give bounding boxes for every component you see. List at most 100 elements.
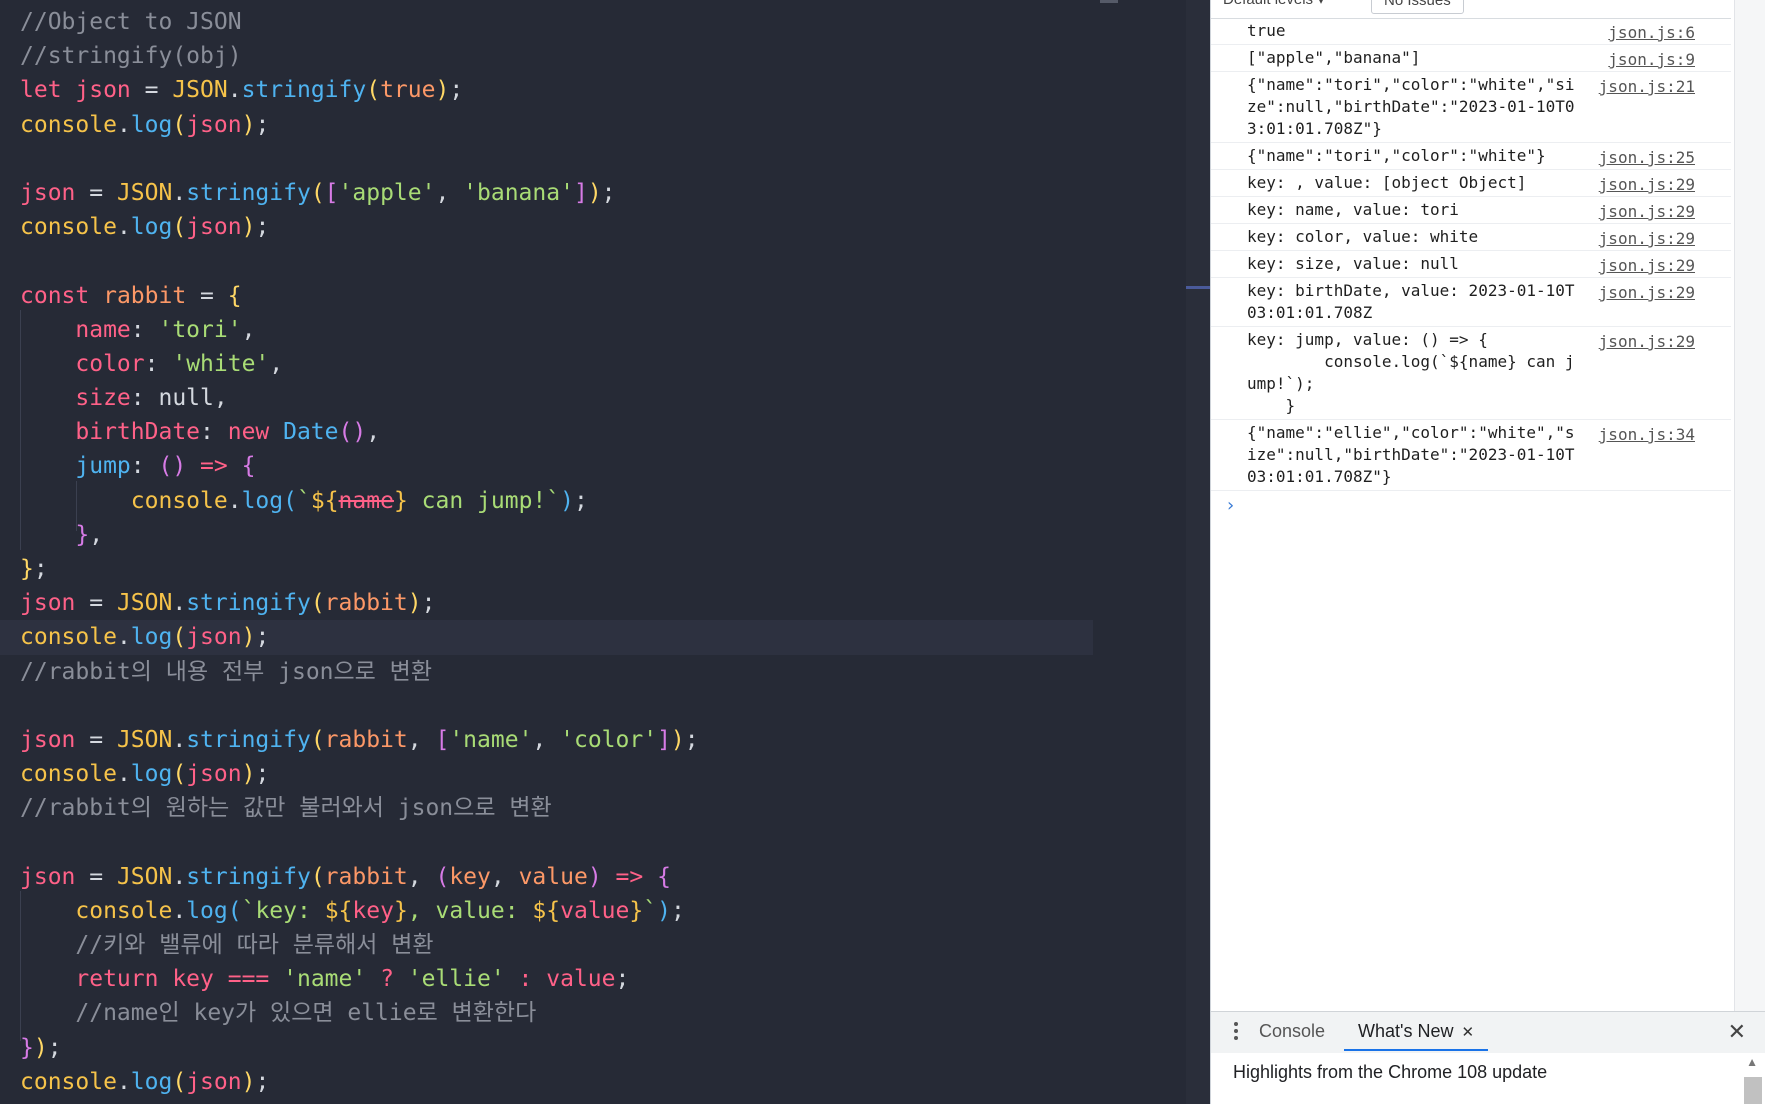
code-line[interactable]: };	[20, 552, 1093, 586]
code-line[interactable]: const rabbit = {	[20, 279, 1093, 313]
code-line[interactable]: //rabbit의 원하는 값만 불러와서 json으로 변환	[20, 791, 1093, 825]
code-line[interactable]: jump: () => {	[20, 449, 1093, 483]
log-levels-dropdown[interactable]: Default levels ▾	[1211, 0, 1337, 12]
code-line[interactable]: json = JSON.stringify(['apple', 'banana'…	[20, 176, 1093, 210]
source-link[interactable]: json.js:29	[1599, 282, 1695, 304]
source-link[interactable]: json.js:29	[1599, 331, 1695, 353]
code-token: ;	[449, 77, 464, 104]
editor-scrollbar[interactable]	[1186, 0, 1210, 1104]
code-line[interactable]: console.log(`key: ${key}, value: ${value…	[20, 894, 1093, 928]
code-token: ;	[255, 214, 270, 241]
scroll-up-arrow-icon[interactable]: ▲	[1746, 1055, 1758, 1069]
code-token: console	[130, 487, 228, 514]
code-token: }	[20, 1034, 34, 1061]
devtools-panel: Default levels ▾ No Issues true json.js:6…	[1210, 0, 1765, 1104]
source-link[interactable]: json.js:29	[1599, 255, 1695, 277]
code-token: ;	[255, 761, 270, 788]
code-token: JSON	[172, 77, 228, 104]
drawer-more-menu-icon[interactable]	[1233, 1020, 1239, 1044]
code-line[interactable]	[20, 142, 1093, 176]
code-line[interactable]: json = JSON.stringify(rabbit, (key, valu…	[20, 860, 1093, 894]
code-line[interactable]: //Object to JSON	[20, 5, 1093, 39]
code-token: .	[116, 1068, 131, 1095]
source-link[interactable]: json.js:29	[1599, 201, 1695, 223]
code-line[interactable]: return key === 'name' ? 'ellie' : value;	[20, 962, 1093, 996]
source-link[interactable]: json.js:34	[1599, 424, 1695, 446]
code-token: key	[172, 966, 214, 993]
code-token: (	[172, 624, 187, 651]
tab-console[interactable]: Console	[1245, 1012, 1339, 1051]
code-line[interactable]: size: null,	[20, 381, 1093, 415]
code-token: ${	[532, 897, 561, 924]
code-line[interactable]	[20, 689, 1093, 723]
code-token: return	[75, 966, 173, 993]
code-token: log	[130, 761, 173, 788]
tab-whats-new[interactable]: What's New ✕	[1344, 1012, 1489, 1051]
code-editor[interactable]: //Object to JSON //stringify(obj) let json…	[0, 0, 1186, 1104]
code-token: .	[116, 214, 131, 241]
code-token: (	[172, 1068, 187, 1095]
code-line[interactable]: json = JSON.stringify(rabbit);	[20, 586, 1093, 620]
tab-close-icon[interactable]: ✕	[1461, 1024, 1474, 1041]
code-line[interactable]	[20, 826, 1093, 860]
code-line[interactable]: console.log(json);	[0, 620, 1093, 655]
code-token: 'white'	[172, 350, 270, 377]
code-line[interactable]: name: 'tori',	[20, 313, 1093, 347]
code-token: ,	[89, 521, 104, 548]
code-line[interactable]: console.log(json);	[20, 1065, 1093, 1099]
code-line[interactable]: //stringify(obj)	[20, 39, 1093, 73]
code-line[interactable]: },	[20, 518, 1093, 552]
code-line[interactable]: json = JSON.stringify(rabbit, ['name', '…	[20, 723, 1093, 757]
code-token: stringify	[186, 590, 311, 617]
code-line[interactable]: //rabbit의 내용 전부 json으로 변환	[20, 655, 1093, 689]
code-token: .	[172, 897, 187, 924]
code-line[interactable]: console.log(json);	[20, 210, 1093, 244]
console-prompt-icon[interactable]: ›	[1225, 495, 1236, 516]
source-link[interactable]: json.js:9	[1608, 49, 1695, 71]
code-token: :	[200, 419, 228, 446]
code-line[interactable]: //키와 밸류에 따라 분류해서 변환	[20, 928, 1093, 962]
code-token: )	[33, 1034, 48, 1061]
code-line[interactable]	[20, 244, 1093, 278]
code-token: {	[657, 863, 671, 890]
code-line[interactable]: let json = JSON.stringify(true);	[20, 73, 1093, 107]
source-link[interactable]: json.js:29	[1599, 174, 1695, 196]
source-link[interactable]: json.js:21	[1599, 76, 1695, 98]
code-line[interactable]: console.log(`${name} can jump!`);	[20, 484, 1093, 518]
code-token: log	[130, 624, 173, 651]
issues-button[interactable]: No Issues	[1371, 0, 1464, 14]
code-token: (	[310, 179, 325, 206]
code-token: )	[435, 77, 450, 104]
source-link[interactable]: json.js:25	[1599, 147, 1695, 169]
code-token: null,	[158, 385, 228, 412]
drawer-close-icon[interactable]: ✕	[1728, 1019, 1746, 1045]
code-token: jump	[75, 453, 131, 480]
code-token: }	[629, 897, 644, 924]
code-token: size	[75, 385, 131, 412]
code-token: (	[172, 761, 187, 788]
console-scrollbar[interactable]	[1734, 0, 1765, 1104]
code-line[interactable]: console.log(json);	[20, 108, 1093, 142]
code-token: stringify	[186, 863, 311, 890]
code-token: (	[172, 214, 187, 241]
code-line[interactable]: });	[20, 1031, 1093, 1065]
code-token: 'banana'	[463, 179, 574, 206]
code-token: ${	[310, 487, 339, 514]
code-token: )	[241, 111, 256, 138]
code-line[interactable]: //name인 key가 있으면 ellie로 변환한다	[20, 996, 1093, 1030]
code-line[interactable]: color: 'white',	[20, 347, 1093, 381]
drawer-scrollbar-thumb[interactable]	[1744, 1077, 1762, 1104]
code-token: :	[130, 453, 159, 480]
source-link[interactable]: json.js:6	[1608, 22, 1695, 44]
code-line[interactable]: console.log(json);	[20, 757, 1093, 791]
code-token: =>	[186, 453, 242, 480]
code-token: key	[449, 863, 491, 890]
source-link[interactable]: json.js:29	[1599, 228, 1695, 250]
code-token: json	[20, 179, 76, 206]
console-message: key: size, value: null json.js:29	[1211, 251, 1731, 278]
code-token: json	[186, 1068, 242, 1095]
code-line[interactable]: birthDate: new Date(),	[20, 415, 1093, 449]
editor-scroll-marker	[1186, 286, 1210, 289]
code-token: }	[393, 897, 408, 924]
